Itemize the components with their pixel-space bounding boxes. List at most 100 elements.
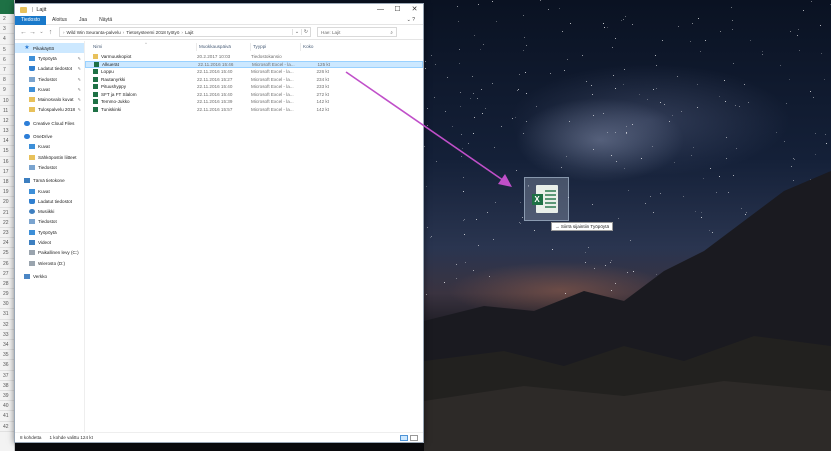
nav-item[interactable]: Mainosvalo kuvat ✎ xyxy=(15,94,84,104)
nav-item-label: Työpöytä xyxy=(38,229,57,235)
excel-row-number: 29 xyxy=(0,289,14,300)
window-title: Lajit xyxy=(36,7,47,13)
nav-item[interactable]: Kuvat ✎ xyxy=(15,84,84,94)
excel-row-number: 42 xyxy=(0,422,14,432)
back-arrow-icon[interactable]: ← xyxy=(19,29,28,36)
close-button[interactable]: ✕ xyxy=(406,4,423,16)
file-name: Varmuuskopiot xyxy=(101,54,132,60)
nav-item[interactable]: Kuvat xyxy=(15,142,84,152)
nav-item[interactable]: ★ Pikakäyttö xyxy=(15,43,84,54)
file-size: 142 kt xyxy=(316,99,329,105)
documents-icon xyxy=(29,219,35,225)
nav-item[interactable]: Ladatut tiedostot ✎ xyxy=(15,64,84,74)
minimize-button[interactable]: — xyxy=(372,4,389,16)
column-size[interactable]: Koko xyxy=(301,43,331,51)
excel-row-number: 30 xyxy=(0,299,14,310)
file-size: 234 kt xyxy=(316,76,329,82)
file-explorer-window[interactable]: | Lajit — ☐ ✕ Tiedosto Aloitus Jaa Näytä… xyxy=(14,3,424,443)
excel-row-number: 26 xyxy=(0,259,14,269)
pin-icon: ✎ xyxy=(77,86,81,92)
file-row[interactable]: Varmuuskopiot 20.2.2017 10:03 Tiedostokans… xyxy=(85,53,423,61)
nav-item[interactable]: Tiedostot ✎ xyxy=(15,74,84,84)
address-bar[interactable]: › Wild Win Seuranta-palvelu › Tietosyste… xyxy=(59,27,311,37)
details-view-icon[interactable] xyxy=(400,434,408,441)
navigation-pane[interactable]: ★ Pikakäyttö Työpöytä ✎ Ladatut tiedostot ✎ Ti… xyxy=(15,41,85,432)
documents-icon xyxy=(29,164,35,170)
nav-item[interactable]: OneDrive xyxy=(15,131,84,141)
maximize-button[interactable]: ☐ xyxy=(389,4,406,16)
file-type: Tiedostokansio xyxy=(251,54,282,60)
file-list[interactable]: ^ Nimi Muokkauspäivä Tyyppi Koko Varmuus… xyxy=(85,41,423,432)
file-type: Microsoft Excel - la... xyxy=(251,76,294,82)
pin-icon: ✎ xyxy=(77,97,81,103)
refresh-icon[interactable]: ↻ xyxy=(301,29,310,35)
excel-row-number: 19 xyxy=(0,187,14,198)
drag-tooltip-text: Siirrä sijaintiin Työpöytä xyxy=(560,224,610,229)
file-modified: 22.11.2016 15:40 xyxy=(197,84,233,90)
nav-item[interactable]: Tiedostot xyxy=(15,217,84,227)
nav-item-label: Tiedostot xyxy=(38,219,57,225)
file-modified: 22.11.2016 15:46 xyxy=(198,61,234,67)
nav-item[interactable]: Verkko xyxy=(15,271,84,281)
tab-view[interactable]: Näytä xyxy=(93,16,118,25)
folder-icon xyxy=(93,54,98,60)
forward-arrow-icon[interactable]: → xyxy=(28,29,37,36)
file-type: Microsoft Excel - la... xyxy=(251,69,294,75)
address-dropdown-icon[interactable]: ⌄ xyxy=(292,29,301,35)
folder-icon xyxy=(29,97,35,103)
file-modified: 22.11.2016 15:40 xyxy=(197,91,233,97)
tab-file[interactable]: Tiedosto xyxy=(15,15,46,25)
excel-file-icon xyxy=(93,99,98,105)
file-name: Pituushyppy xyxy=(101,84,127,90)
file-row[interactable]: Tuniskinki 22.11.2016 15:57 Microsoft Exce… xyxy=(85,106,423,114)
excel-row-number: 27 xyxy=(0,269,14,279)
documents-icon xyxy=(29,76,35,82)
excel-file-icon xyxy=(94,61,99,67)
tooltip-arrow-icon: → xyxy=(555,224,560,229)
nav-item[interactable]: Videot xyxy=(15,237,84,247)
nav-item[interactable]: Wierosto (D:) xyxy=(15,258,84,268)
breadcrumb-segment[interactable]: Tietosysteemi 2018 työtyö xyxy=(126,30,179,35)
column-type[interactable]: Tyyppi xyxy=(251,43,301,51)
drive-icon xyxy=(29,260,35,266)
file-row[interactable]: Alkuerät 22.11.2016 15:46 Microsoft Excel … xyxy=(85,60,423,68)
excel-row-number: 9 xyxy=(0,85,14,96)
excel-row-number: 28 xyxy=(0,279,14,290)
desktop-icon xyxy=(29,55,35,61)
tab-home[interactable]: Aloitus xyxy=(46,16,73,25)
nav-item[interactable]: Paikallinen levy (C:) xyxy=(15,248,84,258)
file-row[interactable]: Loppu 22.11.2016 15:40 Microsoft Excel - l… xyxy=(85,68,423,76)
nav-item[interactable]: Työpöytä ✎ xyxy=(15,53,84,63)
file-row[interactable]: Rautanyrkki 22.11.2016 15:27 Microsoft Exc… xyxy=(85,76,423,84)
recent-chevron-icon[interactable]: ⌄ xyxy=(37,29,46,35)
up-arrow-icon[interactable]: ↑ xyxy=(46,29,55,36)
nav-item[interactable]: Musiikki xyxy=(15,206,84,216)
download-icon xyxy=(29,66,35,72)
nav-item-label: Verkko xyxy=(33,273,48,279)
tab-share[interactable]: Jaa xyxy=(73,16,93,25)
nav-item[interactable]: Creative Cloud Files xyxy=(15,118,84,128)
excel-file-icon xyxy=(93,106,98,112)
nav-item[interactable]: Työpöytä xyxy=(15,227,84,237)
large-icons-view-icon[interactable] xyxy=(410,434,418,441)
file-name: SFT ja FT Slalom xyxy=(101,91,137,97)
expand-ribbon-icon[interactable]: ⌄ ? xyxy=(407,17,415,23)
nav-item[interactable]: Kuvat xyxy=(15,186,84,196)
search-box[interactable]: Hae: Lajit ⌕ xyxy=(317,27,397,37)
breadcrumb-segment[interactable]: Wild Win Seuranta-palvelu xyxy=(67,30,121,35)
column-modified[interactable]: Muokkauspäivä xyxy=(197,43,251,51)
nav-item[interactable]: Tämä tietokone xyxy=(15,176,84,186)
title-bar[interactable]: | Lajit — ☐ ✕ xyxy=(15,4,423,16)
file-row[interactable]: Temmo-Jukko 22.11.2016 15:39 Microsoft Exc… xyxy=(85,98,423,106)
nav-item[interactable]: Sähköpostin liitteet xyxy=(15,152,84,162)
nav-item[interactable]: Tiedostot xyxy=(15,162,84,172)
desktop-icon xyxy=(29,229,35,235)
nav-item[interactable]: Tulospalvelu 2018 ✎ xyxy=(15,105,84,115)
nav-item[interactable]: Ladatut tiedostot xyxy=(15,196,84,206)
file-modified: 22.11.2016 15:27 xyxy=(197,76,233,82)
file-row[interactable]: Pituushyppy 22.11.2016 15:40 Microsoft Exc… xyxy=(85,83,423,91)
file-row[interactable]: SFT ja FT Slalom 22.11.2016 15:40 Microsof… xyxy=(85,91,423,99)
breadcrumb-segment[interactable]: Lajit xyxy=(185,30,193,35)
excel-row-number: 18 xyxy=(0,177,14,188)
drag-tooltip: → Siirrä sijaintiin Työpöytä xyxy=(551,222,614,231)
